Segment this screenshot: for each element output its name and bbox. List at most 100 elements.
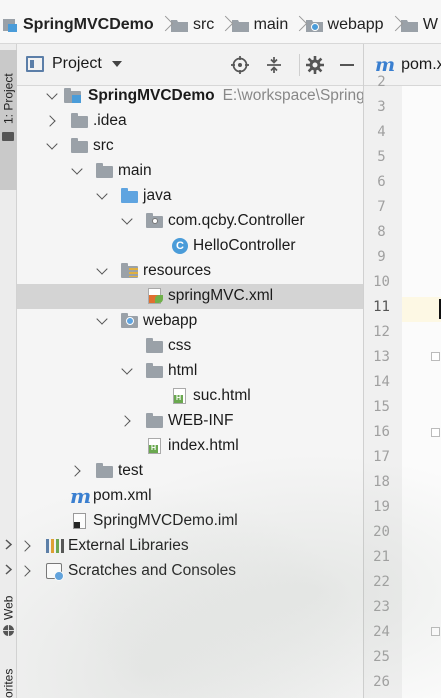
breadcrumb-label: src [192, 16, 215, 33]
tree-node-class[interactable]: C HelloController [17, 234, 363, 259]
folder-icon [146, 413, 164, 429]
minimize-icon[interactable] [337, 55, 357, 75]
tree-node-index-html[interactable]: H index.html [17, 434, 363, 459]
chevron-down-icon[interactable] [71, 165, 83, 177]
locate-icon[interactable] [230, 55, 250, 75]
project-tool-tab-label: 1: Project [1, 73, 16, 124]
tree-node-test[interactable]: test [17, 459, 363, 484]
chevron-down-icon[interactable] [121, 365, 133, 377]
line-number: 11 [373, 299, 390, 315]
chevron-down-icon[interactable] [121, 215, 133, 227]
tree-node-html[interactable]: html [17, 359, 363, 384]
chevron-right-icon[interactable] [71, 465, 83, 477]
breadcrumb-item-project[interactable]: SpringMVCDemo [0, 13, 157, 37]
project-view-selector[interactable]: Project [26, 55, 122, 73]
line-number: 25 [373, 649, 390, 665]
fold-marker-icon[interactable] [431, 627, 440, 636]
folder-icon [96, 463, 114, 479]
tree-node-label: pom.xml [93, 487, 152, 504]
folder-icon [71, 113, 89, 129]
chevron-down-icon [111, 61, 122, 67]
chevron-down-icon[interactable] [46, 90, 58, 102]
spring-xml-icon [146, 288, 164, 304]
line-number: 21 [373, 549, 390, 565]
folder-icon [231, 20, 249, 32]
chevron-right-icon[interactable] [3, 564, 14, 575]
chevron-right-icon [159, 13, 165, 37]
globe-icon [3, 625, 14, 636]
folder-icon [400, 20, 418, 32]
tree-node-project-root[interactable]: SpringMVCDemo E:\workspace\SpringM [17, 84, 363, 109]
breadcrumb-item-main[interactable]: main [226, 13, 292, 37]
chevron-right-icon [293, 13, 299, 37]
line-number: 3 [377, 99, 386, 115]
tree-node-iml[interactable]: SpringMVCDemo.iml [17, 509, 363, 534]
tree-node-label: springMVC.xml [168, 287, 274, 304]
package-icon [146, 213, 164, 229]
line-number: 6 [377, 174, 386, 190]
chevron-down-icon[interactable] [96, 315, 108, 327]
editor-tab-label: pom.x [401, 55, 441, 73]
tree-node-pom-xml[interactable]: m pom.xml [17, 484, 363, 509]
web-tool-tab[interactable]: Web [1, 584, 16, 620]
tree-node-label: Scratches and Consoles [68, 562, 237, 579]
library-icon [46, 538, 64, 554]
gear-icon[interactable] [305, 55, 325, 75]
tree-node-idea[interactable]: .idea [17, 109, 363, 134]
chevron-right-icon[interactable] [121, 415, 133, 427]
fold-marker-icon[interactable] [431, 352, 440, 361]
line-number: 20 [373, 524, 390, 540]
tree-node-package[interactable]: com.qcby.Controller [17, 209, 363, 234]
resources-folder-icon [121, 263, 139, 279]
collapse-all-icon[interactable] [264, 55, 284, 75]
tree-node-main[interactable]: main [17, 159, 363, 184]
favorites-tool-tab[interactable]: orites [1, 654, 16, 698]
line-number: 14 [373, 374, 390, 390]
line-number: 13 [373, 349, 390, 365]
chevron-down-icon[interactable] [96, 190, 108, 202]
chevron-down-icon[interactable] [46, 140, 58, 152]
scratches-icon [46, 563, 64, 581]
project-module-icon [3, 19, 17, 32]
fold-marker-icon[interactable] [431, 428, 440, 437]
tree-node-label: java [143, 187, 172, 204]
left-tool-strip: 1: Project Web orites [0, 44, 17, 698]
tree-node-web-inf[interactable]: WEB-INF [17, 409, 363, 434]
project-tool-tab[interactable]: 1: Project [0, 50, 17, 190]
tree-node-external-libraries[interactable]: External Libraries [17, 534, 363, 559]
breadcrumb-label: W [422, 16, 438, 33]
tree-node-suc-html[interactable]: H suc.html [17, 384, 363, 409]
tree-node-label: src [93, 137, 114, 154]
chevron-down-icon[interactable] [96, 265, 108, 277]
tree-node-label: SpringMVCDemo.iml [93, 512, 238, 529]
tree-node-label: css [168, 337, 192, 354]
chevron-right-icon[interactable] [3, 539, 14, 550]
source-folder-icon [121, 188, 139, 204]
breadcrumb-item-webapp[interactable]: webapp [300, 13, 387, 37]
tree-node-label: WEB-INF [168, 412, 234, 429]
tree-node-label: main [118, 162, 152, 179]
tree-node-css[interactable]: css [17, 334, 363, 359]
tree-node-label: com.qcby.Controller [168, 212, 305, 229]
chevron-right-icon[interactable] [21, 565, 33, 577]
chevron-right-icon[interactable] [21, 540, 33, 552]
tree-node-label: suc.html [193, 387, 251, 404]
code-editor[interactable] [402, 86, 441, 698]
folder-icon [170, 20, 188, 32]
tree-node-java[interactable]: java [17, 184, 363, 209]
chevron-right-icon[interactable] [46, 115, 58, 127]
line-number: 4 [377, 124, 386, 140]
line-number: 24 [373, 624, 390, 640]
breadcrumb-item-src[interactable]: src [165, 13, 217, 37]
tree-node-webapp[interactable]: webapp [17, 309, 363, 334]
web-folder-icon [121, 313, 139, 329]
breadcrumb-label: main [253, 16, 289, 33]
line-number: 17 [373, 449, 390, 465]
line-number: 8 [377, 224, 386, 240]
tree-node-src[interactable]: src [17, 134, 363, 159]
tree-node-scratches[interactable]: Scratches and Consoles [17, 559, 363, 584]
iml-file-icon [71, 513, 89, 529]
tree-node-springmvc-xml[interactable]: springMVC.xml [17, 284, 363, 309]
breadcrumb: SpringMVCDemo src main webapp W [0, 0, 441, 44]
tree-node-resources[interactable]: resources [17, 259, 363, 284]
